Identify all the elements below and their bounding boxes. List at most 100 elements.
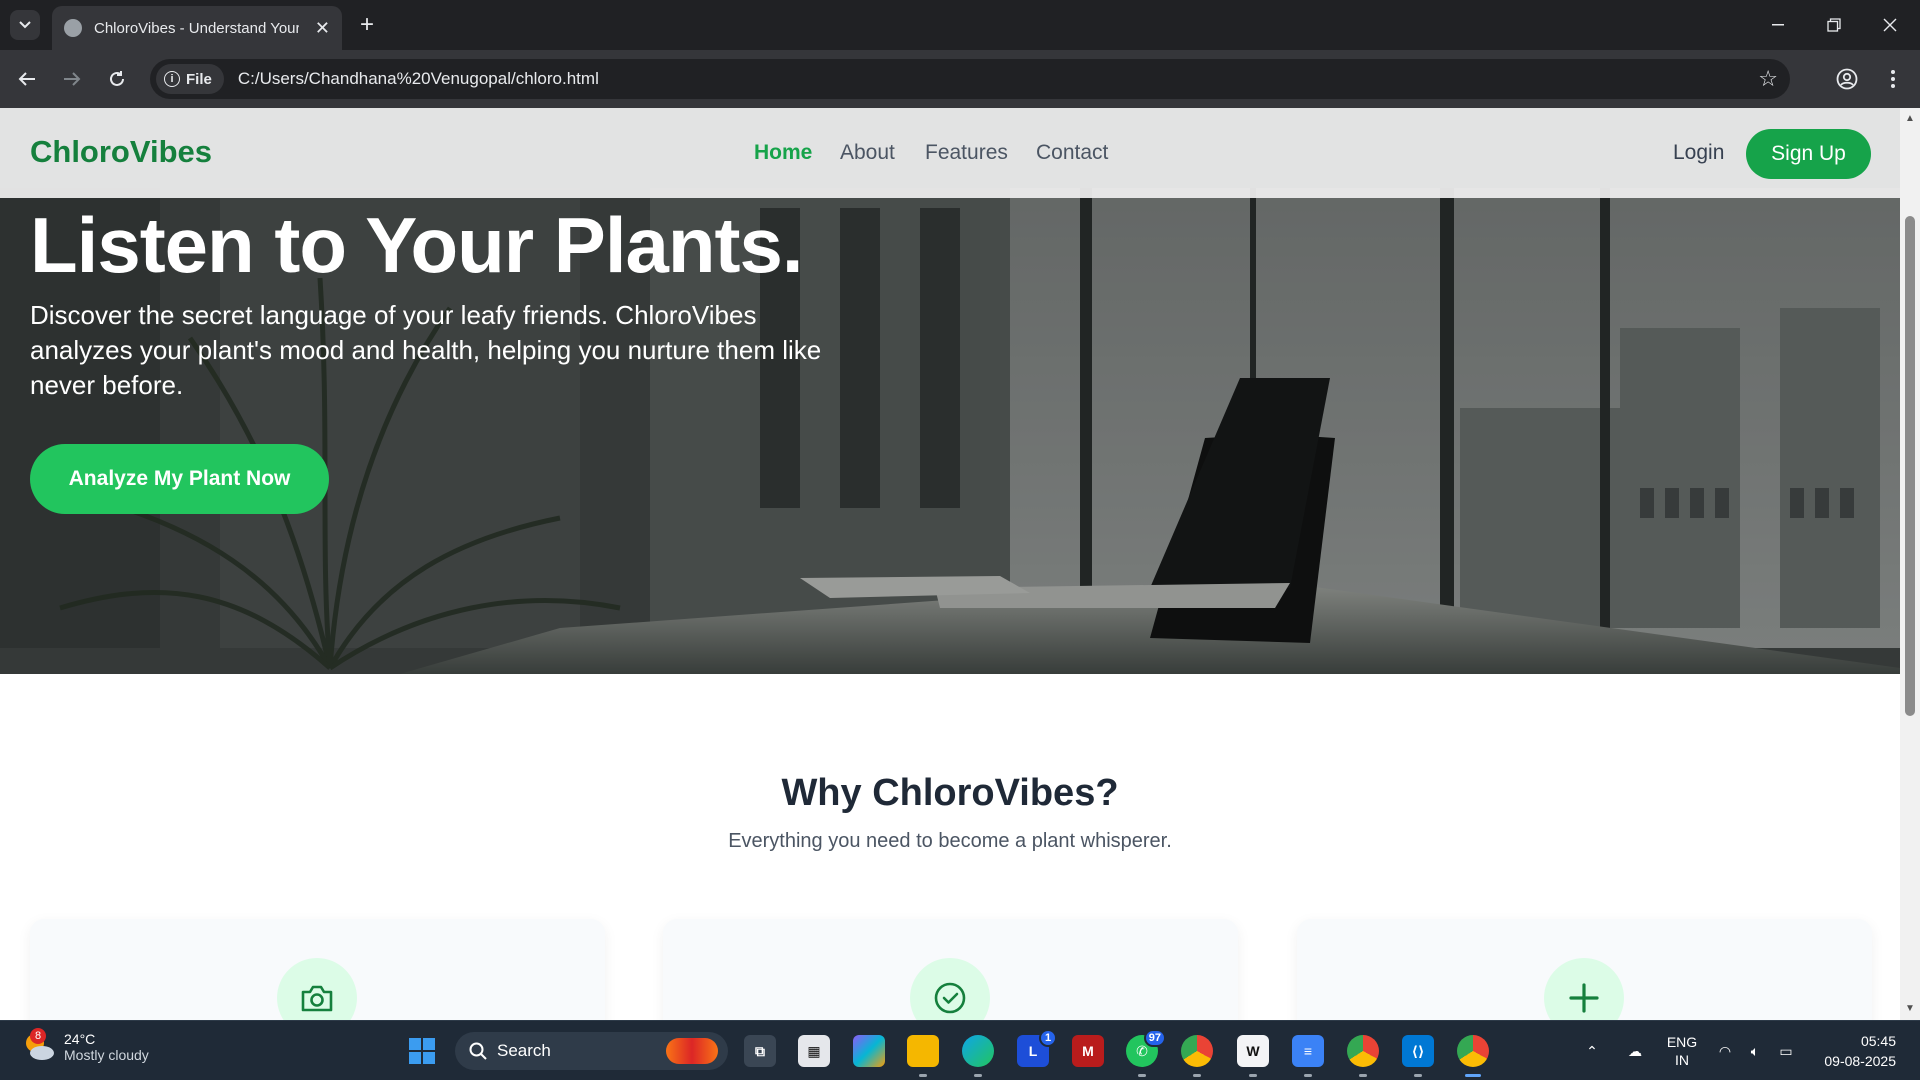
running-indicator [1249,1074,1257,1077]
scrollbar-thumb[interactable] [1905,216,1915,716]
site-info-chip[interactable]: i File [156,64,224,94]
weather-badge: 8 [30,1028,46,1044]
analyze-plant-button[interactable]: Analyze My Plant Now [30,444,329,514]
check-circle-icon [910,958,990,1020]
site-info-label: File [186,70,212,88]
site-navbar: ChloroVibes Home About Features Contact … [0,108,1900,198]
search-highlight-icon [666,1038,718,1064]
nav-link-home[interactable]: Home [754,141,812,165]
notification-badge: 1 [1039,1029,1057,1047]
arrow-left-icon [18,72,35,86]
copilot-icon[interactable] [853,1035,885,1067]
hero-title: Listen to Your Plants. [30,201,804,289]
region-label: IN [1675,1052,1689,1068]
menu-button[interactable] [1876,62,1910,96]
profile-button[interactable] [1830,62,1864,96]
restore-button[interactable] [1806,0,1862,50]
info-icon: i [164,71,180,87]
weather-icon: 8 [22,1028,56,1064]
reload-button[interactable] [100,62,134,96]
onedrive-icon[interactable]: ☁ [1620,1021,1650,1080]
address-bar[interactable]: i File C:/Users/Chandhana%20Venugopal/ch… [150,59,1790,99]
close-tab-icon[interactable]: ✕ [315,18,330,39]
page-scrollbar[interactable]: ▲ ▼ [1900,108,1920,1020]
file-explorer-icon[interactable] [907,1035,939,1077]
scroll-down-icon[interactable]: ▼ [1903,1002,1917,1016]
close-icon [1883,18,1897,32]
section-title: Why ChloroVibes? [781,772,1119,814]
new-tab-button[interactable]: + [352,10,382,40]
feature-card [30,919,605,1020]
notification-badge: 97 [1143,1029,1166,1047]
minimize-button[interactable] [1750,0,1806,50]
hero-subtitle: Discover the secret language of your lea… [30,300,822,400]
close-window-button[interactable] [1862,0,1918,50]
whatsapp-icon[interactable]: ✆ 97 [1126,1029,1166,1077]
notepad-icon[interactable]: ≡ [1292,1035,1324,1077]
wondershare-icon[interactable]: W [1237,1035,1269,1077]
windows-taskbar: 8 24°C Mostly cloudy Search ⧉ ▦ L1 M ✆ 97… [0,1020,1920,1080]
active-indicator [1465,1074,1481,1077]
reload-icon [110,71,124,86]
mcafee-icon[interactable]: M [1072,1035,1104,1067]
search-icon [469,1042,487,1060]
running-indicator [1414,1074,1422,1077]
vscode-icon[interactable]: ⟨⟩ [1402,1035,1434,1077]
section-subtitle: Everything you need to become a plant wh… [728,830,1172,852]
camera-icon [277,958,357,1020]
page-viewport: Listen to Your Plants. Discover the secr… [0,108,1900,1020]
store-icon[interactable]: ▦ [798,1035,830,1067]
running-indicator [1193,1074,1201,1077]
login-link[interactable]: Login [1673,141,1724,165]
nav-link-about[interactable]: About [840,141,895,165]
task-view-icon[interactable]: ⧉ [744,1035,776,1067]
search-label: Search [497,1041,551,1060]
running-indicator [1304,1074,1312,1077]
nav-link-contact[interactable]: Contact [1036,141,1108,165]
tab-title: ChloroVibes - Understand Your [94,19,299,37]
weather-temperature: 24°C [64,1031,96,1047]
feature-card [1297,919,1872,1020]
battery-icon[interactable]: ▭ [1772,1021,1800,1080]
feature-card [663,919,1238,1020]
edge-icon[interactable] [962,1035,994,1077]
windows-logo-icon [409,1038,435,1064]
bookmark-star-icon[interactable]: ☆ [1758,66,1778,92]
language-indicator[interactable]: ENG IN [1660,1021,1704,1080]
restore-icon [1827,18,1841,32]
back-button[interactable] [10,62,44,96]
chrome-icon[interactable] [1457,1035,1489,1077]
app-l-icon[interactable]: L1 [1017,1029,1057,1067]
taskbar-search[interactable]: Search [455,1032,728,1070]
clock-date: 09-08-2025 [1824,1053,1896,1069]
language-label: ENG [1666,1034,1698,1050]
nav-link-features[interactable]: Features [925,141,1008,165]
scroll-up-icon[interactable]: ▲ [1903,112,1917,126]
arrow-right-icon [64,72,81,86]
system-clock[interactable]: 05:45 09-08-2025 [1806,1031,1896,1071]
chevron-down-icon [19,21,31,29]
chevron-up-icon[interactable]: ⌃ [1580,1021,1604,1080]
minimize-icon [1772,24,1784,26]
site-logo[interactable]: ChloroVibes [30,134,212,170]
forward-button[interactable] [55,62,89,96]
chrome-profile-a-icon[interactable] [1347,1035,1379,1077]
signup-button[interactable]: Sign Up [1746,129,1871,179]
start-button[interactable] [406,1035,438,1067]
running-indicator [1359,1074,1367,1077]
running-indicator [974,1074,982,1077]
volume-icon[interactable]: 🔈︎ [1742,1021,1768,1080]
clock-time: 05:45 [1860,1033,1896,1049]
wifi-icon[interactable]: ◠ [1712,1021,1738,1080]
profile-icon [1836,68,1858,90]
plus-icon [1544,958,1624,1020]
browser-tab[interactable]: ChloroVibes - Understand Your ✕ [52,6,342,50]
browser-tab-bar: ChloroVibes - Understand Your ✕ + [0,0,1920,50]
browser-toolbar: i File C:/Users/Chandhana%20Venugopal/ch… [0,50,1920,108]
weather-widget[interactable]: 8 24°C Mostly cloudy [22,1028,149,1064]
chrome-profile-icon[interactable] [1181,1035,1213,1077]
more-vertical-icon [1891,70,1895,88]
url-text[interactable]: C:/Users/Chandhana%20Venugopal/chloro.ht… [238,69,599,89]
running-indicator [1138,1074,1146,1077]
tab-search-button[interactable] [10,10,40,40]
